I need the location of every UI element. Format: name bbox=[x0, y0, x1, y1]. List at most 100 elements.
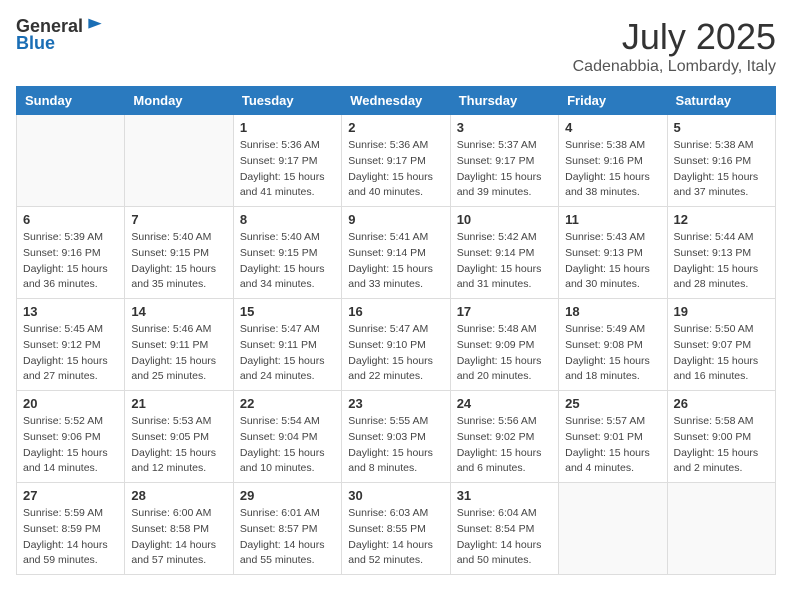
day-number: 30 bbox=[348, 488, 443, 503]
calendar-week-row: 27Sunrise: 5:59 AM Sunset: 8:59 PM Dayli… bbox=[17, 483, 776, 575]
calendar-cell: 26 Sunrise: 5:58 AM Sunset: 9:00 PM Dayli… bbox=[667, 391, 775, 483]
calendar-cell bbox=[17, 115, 125, 207]
header-tuesday: Tuesday bbox=[233, 87, 341, 115]
location-title: Cadenabbia, Lombardy, Italy bbox=[573, 58, 776, 76]
calendar-week-row: 6 Sunrise: 5:39 AM Sunset: 9:16 PM Daylig… bbox=[17, 207, 776, 299]
header-saturday: Saturday bbox=[667, 87, 775, 115]
calendar-cell: 12 Sunrise: 5:44 AM Sunset: 9:13 PM Dayli… bbox=[667, 207, 775, 299]
day-info: Sunrise: 5:52 AM Sunset: 9:06 PM Dayligh… bbox=[23, 414, 118, 477]
calendar-header-row: Sunday Monday Tuesday Wednesday Thursday… bbox=[17, 87, 776, 115]
day-info: Sunrise: 5:46 AM Sunset: 9:11 PM Dayligh… bbox=[131, 322, 226, 385]
day-info: Sunrise: 5:40 AM Sunset: 9:15 PM Dayligh… bbox=[240, 230, 335, 293]
day-info: Sunrise: 5:57 AM Sunset: 9:01 PM Dayligh… bbox=[565, 414, 660, 477]
day-number: 17 bbox=[457, 304, 552, 319]
day-number: 7 bbox=[131, 212, 226, 227]
page-header: General Blue July 2025 Cadenabbia, Lomba… bbox=[16, 16, 776, 76]
month-title: July 2025 bbox=[573, 16, 776, 58]
header-wednesday: Wednesday bbox=[342, 87, 450, 115]
day-number: 8 bbox=[240, 212, 335, 227]
header-sunday: Sunday bbox=[17, 87, 125, 115]
day-info: Sunrise: 5:36 AM Sunset: 9:17 PM Dayligh… bbox=[348, 138, 443, 201]
day-number: 22 bbox=[240, 396, 335, 411]
day-number: 26 bbox=[674, 396, 769, 411]
day-number: 21 bbox=[131, 396, 226, 411]
calendar-cell: 15Sunrise: 5:47 AM Sunset: 9:11 PM Dayli… bbox=[233, 299, 341, 391]
day-info: Sunrise: 5:45 AM Sunset: 9:12 PM Dayligh… bbox=[23, 322, 118, 385]
day-number: 4 bbox=[565, 120, 660, 135]
day-info: Sunrise: 5:44 AM Sunset: 9:13 PM Dayligh… bbox=[674, 230, 769, 293]
day-number: 6 bbox=[23, 212, 118, 227]
calendar-cell: 8 Sunrise: 5:40 AM Sunset: 9:15 PM Daylig… bbox=[233, 207, 341, 299]
day-info: Sunrise: 5:38 AM Sunset: 9:16 PM Dayligh… bbox=[565, 138, 660, 201]
calendar-cell: 20 Sunrise: 5:52 AM Sunset: 9:06 PM Dayli… bbox=[17, 391, 125, 483]
day-info: Sunrise: 5:41 AM Sunset: 9:14 PM Dayligh… bbox=[348, 230, 443, 293]
day-number: 25 bbox=[565, 396, 660, 411]
day-info: Sunrise: 6:00 AM Sunset: 8:58 PM Dayligh… bbox=[131, 506, 226, 569]
day-number: 31 bbox=[457, 488, 552, 503]
day-info: Sunrise: 5:58 AM Sunset: 9:00 PM Dayligh… bbox=[674, 414, 769, 477]
calendar-cell: 24 Sunrise: 5:56 AM Sunset: 9:02 PM Dayli… bbox=[450, 391, 558, 483]
day-number: 1 bbox=[240, 120, 335, 135]
calendar-cell: 17 Sunrise: 5:48 AM Sunset: 9:09 PM Dayli… bbox=[450, 299, 558, 391]
day-number: 19 bbox=[674, 304, 769, 319]
day-info: Sunrise: 6:03 AM Sunset: 8:55 PM Dayligh… bbox=[348, 506, 443, 569]
calendar-week-row: 20 Sunrise: 5:52 AM Sunset: 9:06 PM Dayli… bbox=[17, 391, 776, 483]
calendar-cell: 13 Sunrise: 5:45 AM Sunset: 9:12 PM Dayli… bbox=[17, 299, 125, 391]
day-number: 12 bbox=[674, 212, 769, 227]
calendar-cell: 3Sunrise: 5:37 AM Sunset: 9:17 PM Daylig… bbox=[450, 115, 558, 207]
calendar-cell: 21Sunrise: 5:53 AM Sunset: 9:05 PM Dayli… bbox=[125, 391, 233, 483]
day-number: 29 bbox=[240, 488, 335, 503]
logo-blue: Blue bbox=[16, 33, 55, 54]
calendar-cell: 4 Sunrise: 5:38 AM Sunset: 9:16 PM Daylig… bbox=[559, 115, 667, 207]
day-info: Sunrise: 5:39 AM Sunset: 9:16 PM Dayligh… bbox=[23, 230, 118, 293]
calendar-cell: 25 Sunrise: 5:57 AM Sunset: 9:01 PM Dayli… bbox=[559, 391, 667, 483]
calendar-cell: 27Sunrise: 5:59 AM Sunset: 8:59 PM Dayli… bbox=[17, 483, 125, 575]
calendar-cell: 18Sunrise: 5:49 AM Sunset: 9:08 PM Dayli… bbox=[559, 299, 667, 391]
day-info: Sunrise: 5:38 AM Sunset: 9:16 PM Dayligh… bbox=[674, 138, 769, 201]
day-info: Sunrise: 5:36 AM Sunset: 9:17 PM Dayligh… bbox=[240, 138, 335, 201]
day-number: 23 bbox=[348, 396, 443, 411]
day-info: Sunrise: 5:54 AM Sunset: 9:04 PM Dayligh… bbox=[240, 414, 335, 477]
calendar-cell: 11 Sunrise: 5:43 AM Sunset: 9:13 PM Dayli… bbox=[559, 207, 667, 299]
calendar-cell: 1 Sunrise: 5:36 AM Sunset: 9:17 PM Daylig… bbox=[233, 115, 341, 207]
day-info: Sunrise: 5:59 AM Sunset: 8:59 PM Dayligh… bbox=[23, 506, 118, 569]
calendar-cell: 29Sunrise: 6:01 AM Sunset: 8:57 PM Dayli… bbox=[233, 483, 341, 575]
day-number: 14 bbox=[131, 304, 226, 319]
day-info: Sunrise: 5:48 AM Sunset: 9:09 PM Dayligh… bbox=[457, 322, 552, 385]
day-info: Sunrise: 5:43 AM Sunset: 9:13 PM Dayligh… bbox=[565, 230, 660, 293]
calendar-week-row: 1 Sunrise: 5:36 AM Sunset: 9:17 PM Daylig… bbox=[17, 115, 776, 207]
calendar-cell: 6 Sunrise: 5:39 AM Sunset: 9:16 PM Daylig… bbox=[17, 207, 125, 299]
calendar-cell bbox=[559, 483, 667, 575]
day-info: Sunrise: 5:42 AM Sunset: 9:14 PM Dayligh… bbox=[457, 230, 552, 293]
day-info: Sunrise: 5:56 AM Sunset: 9:02 PM Dayligh… bbox=[457, 414, 552, 477]
calendar-table: Sunday Monday Tuesday Wednesday Thursday… bbox=[16, 86, 776, 575]
logo-flag-icon bbox=[85, 17, 105, 37]
day-number: 24 bbox=[457, 396, 552, 411]
calendar-cell: 10Sunrise: 5:42 AM Sunset: 9:14 PM Dayli… bbox=[450, 207, 558, 299]
calendar-cell: 2 Sunrise: 5:36 AM Sunset: 9:17 PM Daylig… bbox=[342, 115, 450, 207]
logo: General Blue bbox=[16, 16, 105, 54]
day-number: 13 bbox=[23, 304, 118, 319]
day-info: Sunrise: 5:55 AM Sunset: 9:03 PM Dayligh… bbox=[348, 414, 443, 477]
calendar-week-row: 13 Sunrise: 5:45 AM Sunset: 9:12 PM Dayli… bbox=[17, 299, 776, 391]
day-number: 20 bbox=[23, 396, 118, 411]
day-number: 2 bbox=[348, 120, 443, 135]
day-info: Sunrise: 5:50 AM Sunset: 9:07 PM Dayligh… bbox=[674, 322, 769, 385]
day-info: Sunrise: 5:49 AM Sunset: 9:08 PM Dayligh… bbox=[565, 322, 660, 385]
day-number: 9 bbox=[348, 212, 443, 227]
day-info: Sunrise: 6:04 AM Sunset: 8:54 PM Dayligh… bbox=[457, 506, 552, 569]
day-info: Sunrise: 5:40 AM Sunset: 9:15 PM Dayligh… bbox=[131, 230, 226, 293]
header-monday: Monday bbox=[125, 87, 233, 115]
day-info: Sunrise: 5:47 AM Sunset: 9:11 PM Dayligh… bbox=[240, 322, 335, 385]
calendar-cell bbox=[125, 115, 233, 207]
day-number: 16 bbox=[348, 304, 443, 319]
day-number: 11 bbox=[565, 212, 660, 227]
day-number: 5 bbox=[674, 120, 769, 135]
calendar-cell: 19 Sunrise: 5:50 AM Sunset: 9:07 PM Dayli… bbox=[667, 299, 775, 391]
day-number: 28 bbox=[131, 488, 226, 503]
day-info: Sunrise: 5:47 AM Sunset: 9:10 PM Dayligh… bbox=[348, 322, 443, 385]
calendar-cell: 9 Sunrise: 5:41 AM Sunset: 9:14 PM Daylig… bbox=[342, 207, 450, 299]
header-thursday: Thursday bbox=[450, 87, 558, 115]
calendar-cell: 7 Sunrise: 5:40 AM Sunset: 9:15 PM Daylig… bbox=[125, 207, 233, 299]
calendar-cell: 14 Sunrise: 5:46 AM Sunset: 9:11 PM Dayli… bbox=[125, 299, 233, 391]
